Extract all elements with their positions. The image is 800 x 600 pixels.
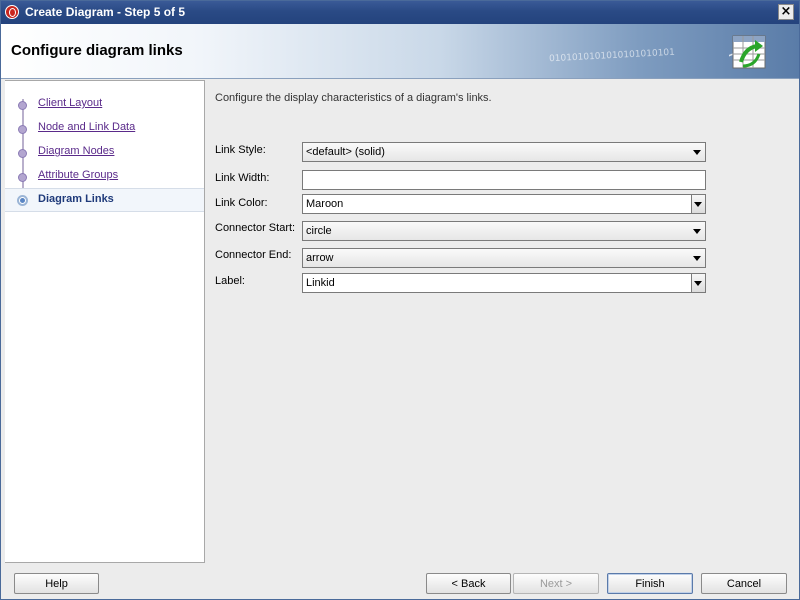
connector-end-select[interactable]: arrow [302,248,706,268]
cancel-button[interactable]: Cancel [701,573,787,594]
chevron-down-icon [694,281,702,286]
link-width-label: Link Width: [215,172,270,184]
page-title: Configure diagram links [11,42,183,59]
create-diagram-dialog: Create Diagram - Step 5 of 5 × Configure… [0,0,800,600]
link-width-input[interactable] [302,170,706,190]
window-title: Create Diagram - Step 5 of 5 [25,5,186,19]
connector-end-label: Connector End: [215,249,292,261]
title-bar: Create Diagram - Step 5 of 5 × [1,1,799,24]
wizard-header: Configure diagram links 0101010101010101… [1,24,799,79]
link-color-label: Link Color: [215,197,268,209]
link-style-label: Link Style: [215,144,266,156]
link-color-combobox[interactable]: Maroon [302,194,706,214]
label-field-label: Label: [215,275,245,287]
connector-start-select[interactable]: circle [302,221,706,241]
step-bullet-icon [18,101,27,110]
link-style-value: <default> (solid) [306,146,385,158]
step-content-panel: Configure the display characteristics of… [206,80,799,561]
label-value: Linkid [306,277,335,289]
current-step-icon [17,195,28,206]
link-style-select[interactable]: <default> (solid) [302,142,706,162]
nav-step-label[interactable]: Diagram Nodes [38,145,114,157]
label-dropdown-button[interactable] [691,274,705,292]
chevron-down-icon [693,150,701,155]
back-button[interactable]: < Back [426,573,511,594]
binary-decoration: 0101010101010101010101 [548,47,676,65]
connector-start-value: circle [306,225,332,237]
nav-step-label[interactable]: Client Layout [38,97,102,109]
close-icon[interactable]: × [778,4,794,20]
nav-step-attribute-groups[interactable]: Attribute Groups [5,165,204,187]
help-button[interactable]: Help [14,573,99,594]
nav-step-node-and-link-data[interactable]: Node and Link Data [5,117,204,139]
step-bullet-icon [18,149,27,158]
link-color-value: Maroon [306,198,344,210]
wizard-step-navigator: Client Layout Node and Link Data Diagram… [5,80,205,563]
chevron-down-icon [693,229,701,234]
link-color-dropdown-button[interactable] [691,195,705,213]
nav-step-diagram-nodes[interactable]: Diagram Nodes [5,141,204,163]
chevron-down-icon [694,202,702,207]
nav-step-label[interactable]: Diagram Links [38,193,114,205]
nav-step-client-layout[interactable]: Client Layout [5,93,204,115]
diagram-table-icon [729,35,766,69]
step-bullet-icon [18,125,27,134]
step-description: Configure the display characteristics of… [215,92,492,104]
label-combobox[interactable]: Linkid [302,273,706,293]
next-button[interactable]: Next > [513,573,599,594]
connector-end-value: arrow [306,252,334,264]
oracle-app-icon [5,5,19,19]
finish-button[interactable]: Finish [607,573,693,594]
nav-step-label[interactable]: Node and Link Data [38,121,135,133]
step-bullet-icon [18,173,27,182]
nav-step-label[interactable]: Attribute Groups [38,169,118,181]
connector-start-label: Connector Start: [215,222,296,234]
nav-step-diagram-links[interactable]: Diagram Links [5,188,204,212]
chevron-down-icon [693,256,701,261]
